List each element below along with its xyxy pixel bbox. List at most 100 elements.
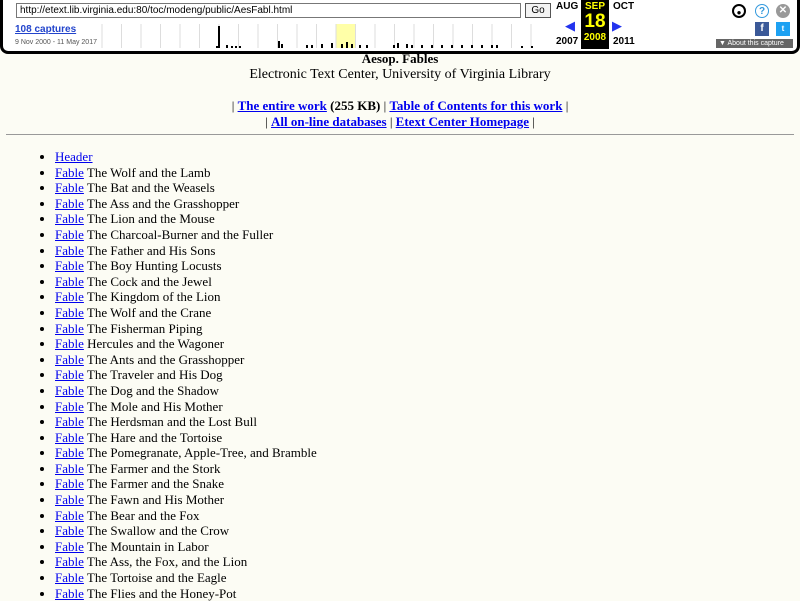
capture-bar	[451, 45, 453, 48]
header-link[interactable]: Header	[55, 149, 93, 164]
fable-list: Header Fable The Wolf and the LambFable …	[0, 149, 317, 601]
capture-bar	[216, 46, 218, 48]
capture-bar	[341, 44, 343, 48]
fable-link[interactable]: Fable	[55, 165, 84, 180]
fable-link[interactable]: Fable	[55, 492, 84, 507]
fable-title: The Dog and the Shadow	[86, 382, 220, 398]
capture-sparkline[interactable]	[101, 24, 551, 48]
fable-title: The Ants and the Grasshopper	[86, 351, 245, 367]
list-item: Fable The Fawn and His Mother	[55, 492, 317, 508]
go-button[interactable]: Go	[525, 3, 551, 18]
fable-link[interactable]: Fable	[55, 227, 84, 242]
list-item: Fable The Dog and the Shadow	[55, 383, 317, 399]
capture-bar	[431, 45, 433, 48]
fable-link[interactable]: Fable	[55, 414, 84, 429]
fable-link[interactable]: Fable	[55, 570, 84, 585]
fable-link[interactable]: Fable	[55, 258, 84, 273]
facebook-icon[interactable]: f	[755, 22, 769, 36]
fable-link[interactable]: Fable	[55, 508, 84, 523]
wayback-toolbar: http://etext.lib.virginia.edu:80/toc/mod…	[0, 0, 800, 54]
list-item: Fable The Father and His Sons	[55, 243, 317, 259]
prev-month[interactable]: AUG	[556, 1, 578, 12]
separator: |	[389, 114, 393, 129]
fable-title: The Mole and His Mother	[86, 398, 223, 414]
capture-bar	[441, 45, 443, 48]
list-item: Fable The Bat and the Weasels	[55, 180, 317, 196]
fable-link[interactable]: Fable	[55, 430, 84, 445]
capture-bar	[331, 43, 333, 48]
list-item: Fable The Farmer and the Stork	[55, 461, 317, 477]
homepage-link[interactable]: Etext Center Homepage	[396, 114, 529, 129]
fable-link[interactable]: Fable	[55, 196, 84, 211]
fable-link[interactable]: Fable	[55, 461, 84, 476]
fable-title: The Boy Hunting Locusts	[86, 258, 222, 274]
fable-link[interactable]: Fable	[55, 336, 84, 351]
about-capture-button[interactable]: ▼ About this capture	[716, 39, 793, 48]
capture-bar	[321, 44, 323, 48]
twitter-icon[interactable]: t	[776, 22, 790, 36]
next-arrow-icon[interactable]: ▶	[612, 18, 622, 34]
capture-bar	[471, 45, 473, 48]
account-icon[interactable]: ●	[732, 4, 746, 18]
capture-bar	[521, 46, 523, 48]
entire-work-link[interactable]: The entire work	[238, 98, 327, 113]
capture-bar	[346, 42, 348, 48]
url-input[interactable]: http://etext.lib.virginia.edu:80/toc/mod…	[16, 3, 521, 18]
toc-link[interactable]: Table of Contents for this work	[389, 98, 562, 113]
fable-title: The Ass and the Grasshopper	[86, 195, 240, 211]
fable-link[interactable]: Fable	[55, 274, 84, 289]
list-item: Fable The Swallow and the Crow	[55, 523, 317, 539]
fable-link[interactable]: Fable	[55, 211, 84, 226]
capture-bar	[239, 46, 241, 48]
next-year: 2011	[613, 36, 635, 47]
captures-link[interactable]: 108 captures	[15, 24, 76, 35]
current-year: 2008	[583, 32, 607, 43]
fable-link[interactable]: Fable	[55, 289, 84, 304]
fable-link[interactable]: Fable	[55, 383, 84, 398]
current-capture: SEP 18 2008	[581, 0, 609, 49]
fable-title: The Fisherman Piping	[86, 320, 203, 336]
fable-link[interactable]: Fable	[55, 554, 84, 569]
list-item: Fable The Flies and the Honey-Pot	[55, 586, 317, 601]
fable-title: The Ass, the Fox, and the Lion	[86, 554, 248, 570]
fable-link[interactable]: Fable	[55, 586, 84, 601]
fable-link[interactable]: Fable	[55, 539, 84, 554]
separator: |	[231, 98, 235, 113]
prev-year: 2007	[556, 36, 579, 47]
list-item: Fable Hercules and the Wagoner	[55, 336, 317, 352]
fable-link[interactable]: Fable	[55, 321, 84, 336]
fable-link[interactable]: Fable	[55, 476, 84, 491]
fable-title: The Herdsman and the Lost Bull	[86, 414, 257, 430]
list-item: Fable The Bear and the Fox	[55, 508, 317, 524]
fable-link[interactable]: Fable	[55, 399, 84, 414]
fable-link[interactable]: Fable	[55, 445, 84, 460]
capture-bar	[461, 45, 463, 48]
close-icon[interactable]: ✕	[776, 4, 790, 18]
fable-link[interactable]: Fable	[55, 180, 84, 195]
databases-link[interactable]: All on-line databases	[271, 114, 387, 129]
fable-title: The Bear and the Fox	[86, 507, 200, 523]
prev-arrow-icon[interactable]: ◀	[565, 18, 575, 34]
list-item: Fable The Hare and the Tortoise	[55, 430, 317, 446]
fable-title: The Charcoal-Burner and the Fuller	[86, 226, 274, 242]
fable-link[interactable]: Fable	[55, 305, 84, 320]
divider	[6, 134, 794, 135]
fable-link[interactable]: Fable	[55, 352, 84, 367]
capture-bar	[218, 26, 220, 48]
list-item: Fable The Ass, the Fox, and the Lion	[55, 554, 317, 570]
list-item: Fable The Farmer and the Snake	[55, 476, 317, 492]
fable-link[interactable]: Fable	[55, 243, 84, 258]
fable-link[interactable]: Fable	[55, 523, 84, 538]
next-month[interactable]: OCT	[613, 1, 634, 12]
list-item: Fable The Kingdom of the Lion	[55, 289, 317, 305]
list-item: Fable The Ass and the Grasshopper	[55, 196, 317, 212]
help-icon[interactable]: ?	[755, 4, 769, 18]
separator: |	[532, 114, 535, 129]
capture-range: 9 Nov 2000 - 11 May 2017	[15, 39, 97, 46]
fable-link[interactable]: Fable	[55, 367, 84, 382]
list-item: Fable The Wolf and the Lamb	[55, 165, 317, 181]
about-label: About this capture	[727, 40, 784, 47]
capture-bar	[481, 45, 483, 48]
capture-bar	[306, 45, 308, 48]
file-size: (255 KB)	[330, 98, 381, 113]
